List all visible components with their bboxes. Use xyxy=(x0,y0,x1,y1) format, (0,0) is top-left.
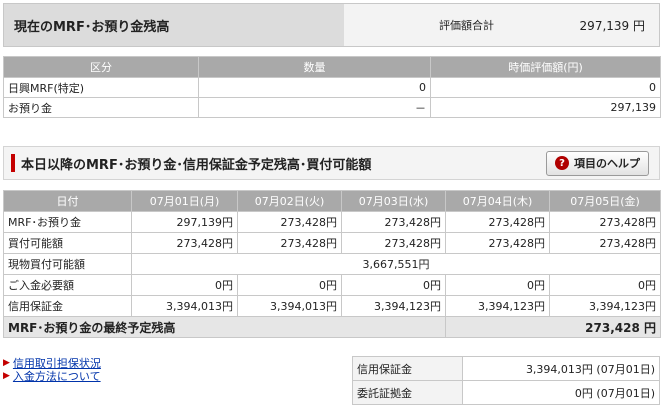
column-header: 07月01日(月) xyxy=(131,190,238,212)
current-balance-summary: 現在のMRF･お預り金残高 評価額合計 297,139 円 xyxy=(3,3,660,47)
column-header: 区分 xyxy=(3,56,199,78)
schedule-table: 日付 07月01日(月) 07月02日(火) 07月03日(水) 07月04日(… xyxy=(3,190,661,338)
help-button[interactable]: ? 項目のヘルプ xyxy=(546,150,649,176)
row-label: 現物買付可能額 xyxy=(3,253,132,275)
related-links: ▶ 信用取引担保状況 ▶ 入金方法について xyxy=(3,356,101,384)
row-label: ご入金必要額 xyxy=(3,274,132,296)
arrow-right-icon: ▶ xyxy=(3,357,10,368)
section-title: 本日以降のMRF･お預り金･信用保証金予定残高･買付可能額 xyxy=(21,157,372,173)
value-cell: 3,394,013円 xyxy=(237,295,342,317)
value-cell: 273,428円 xyxy=(549,211,661,233)
margin-table: 信用保証金 3,394,013円 (07月01日) 委託証拠金 0円 (07月0… xyxy=(352,356,660,405)
value-cell: 0円 xyxy=(131,274,238,296)
value-cell: 273,428円 xyxy=(237,232,342,254)
column-header: 07月03日(水) xyxy=(341,190,446,212)
table-row: お預り金 － 297,139 xyxy=(3,97,661,118)
question-icon: ? xyxy=(555,156,569,170)
column-header: 数量 xyxy=(198,56,431,78)
value-cell: 273,428円 xyxy=(549,232,661,254)
table-row: 信用保証金 3,394,013円 3,394,013円 3,394,123円 3… xyxy=(3,295,661,317)
value-cell: 3,394,123円 xyxy=(549,295,661,317)
value-cell: 3,394,123円 xyxy=(445,295,550,317)
value-cell: 273,428円 xyxy=(445,211,550,233)
value-cell: 273,428円 xyxy=(341,211,446,233)
value-cell: 273,428円 xyxy=(237,211,342,233)
table-row: 買付可能額 273,428円 273,428円 273,428円 273,428… xyxy=(3,232,661,254)
arrow-right-icon: ▶ xyxy=(3,370,10,381)
table-row: MRF･お預り金 297,139円 273,428円 273,428円 273,… xyxy=(3,211,661,233)
value-cell: 0円 xyxy=(445,274,550,296)
value-cell: 273,428円 xyxy=(131,232,238,254)
value-cell: 3,394,013円 xyxy=(131,295,238,317)
column-header: 07月04日(木) xyxy=(445,190,550,212)
column-header: 日付 xyxy=(3,190,132,212)
row-label: 委託証拠金 xyxy=(352,380,463,405)
eval-total-label: 評価額合計 xyxy=(439,19,494,32)
summary-eval: 評価額合計 297,139 円 xyxy=(344,4,659,46)
table-row: 現物買付可能額 3,667,551円 xyxy=(3,253,661,275)
final-balance-value: 273,428 円 xyxy=(445,316,661,338)
quantity-cell: － xyxy=(198,97,431,118)
column-header: 07月02日(火) xyxy=(237,190,342,212)
table-row: 委託証拠金 0円 (07月01日) xyxy=(352,380,660,405)
deposit-method-link[interactable]: 入金方法について xyxy=(13,368,101,384)
link-item: ▶ 入金方法について xyxy=(3,368,101,384)
balance-table: 区分 数量 時価評価額(円) 日興MRF(特定) 0 0 お預り金 － 297,… xyxy=(3,56,661,118)
row-label: 買付可能額 xyxy=(3,232,132,254)
quantity-cell: 0 xyxy=(198,77,431,98)
value-cell: 273,428円 xyxy=(445,232,550,254)
table-row: ご入金必要額 0円 0円 0円 0円 0円 xyxy=(3,274,661,296)
section-accent-bar xyxy=(11,154,15,172)
row-label: お預り金 xyxy=(3,97,199,118)
schedule-section-header: 本日以降のMRF･お預り金･信用保証金予定残高･買付可能額 ? 項目のヘルプ xyxy=(3,146,660,180)
value-cell: 297,139 xyxy=(430,97,661,118)
spot-buying-power-value: 3,667,551円 xyxy=(131,253,661,275)
table-row: 信用保証金 3,394,013円 (07月01日) xyxy=(352,356,660,381)
value-cell: 0円 xyxy=(341,274,446,296)
row-label: MRF･お預り金 xyxy=(3,211,132,233)
final-balance-row: MRF･お預り金の最終予定残高 273,428 円 xyxy=(3,316,661,338)
column-header: 07月05日(金) xyxy=(549,190,661,212)
value-cell: 0円 xyxy=(237,274,342,296)
table-row: 日興MRF(特定) 0 0 xyxy=(3,77,661,98)
value-cell: 3,394,123円 xyxy=(341,295,446,317)
eval-total-value: 297,139 円 xyxy=(579,18,645,33)
table-header-row: 区分 数量 時価評価額(円) xyxy=(3,56,661,78)
summary-title: 現在のMRF･お預り金残高 xyxy=(4,4,344,46)
row-label: 信用保証金 xyxy=(3,295,132,317)
value-cell: 0円 xyxy=(549,274,661,296)
row-label: 信用保証金 xyxy=(352,356,463,381)
final-balance-label: MRF･お預り金の最終予定残高 xyxy=(3,316,446,338)
row-label: 日興MRF(特定) xyxy=(3,77,199,98)
value-cell: 3,394,013円 (07月01日) xyxy=(462,356,660,381)
value-cell: 0 xyxy=(430,77,661,98)
value-cell: 297,139円 xyxy=(131,211,238,233)
table-header-row: 日付 07月01日(月) 07月02日(火) 07月03日(水) 07月04日(… xyxy=(3,190,661,212)
value-cell: 0円 (07月01日) xyxy=(462,380,660,405)
help-button-label: 項目のヘルプ xyxy=(574,157,640,170)
column-header: 時価評価額(円) xyxy=(430,56,661,78)
value-cell: 273,428円 xyxy=(341,232,446,254)
